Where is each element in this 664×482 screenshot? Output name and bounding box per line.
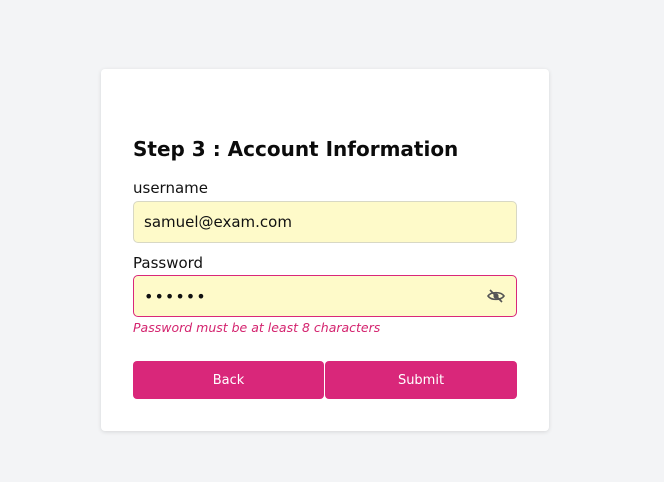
- password-field-wrapper: [133, 275, 517, 317]
- account-info-card: Step 3 : Account Information username Pa…: [101, 69, 549, 431]
- password-error-message: Password must be at least 8 characters: [133, 320, 381, 335]
- eye-slash-icon[interactable]: [487, 288, 505, 304]
- username-input[interactable]: [133, 201, 517, 243]
- back-button[interactable]: Back: [133, 361, 324, 399]
- password-input[interactable]: [133, 275, 517, 317]
- step-title: Step 3 : Account Information: [133, 137, 459, 161]
- password-label: Password: [133, 254, 204, 272]
- username-label: username: [133, 179, 208, 197]
- submit-button[interactable]: Submit: [325, 361, 517, 399]
